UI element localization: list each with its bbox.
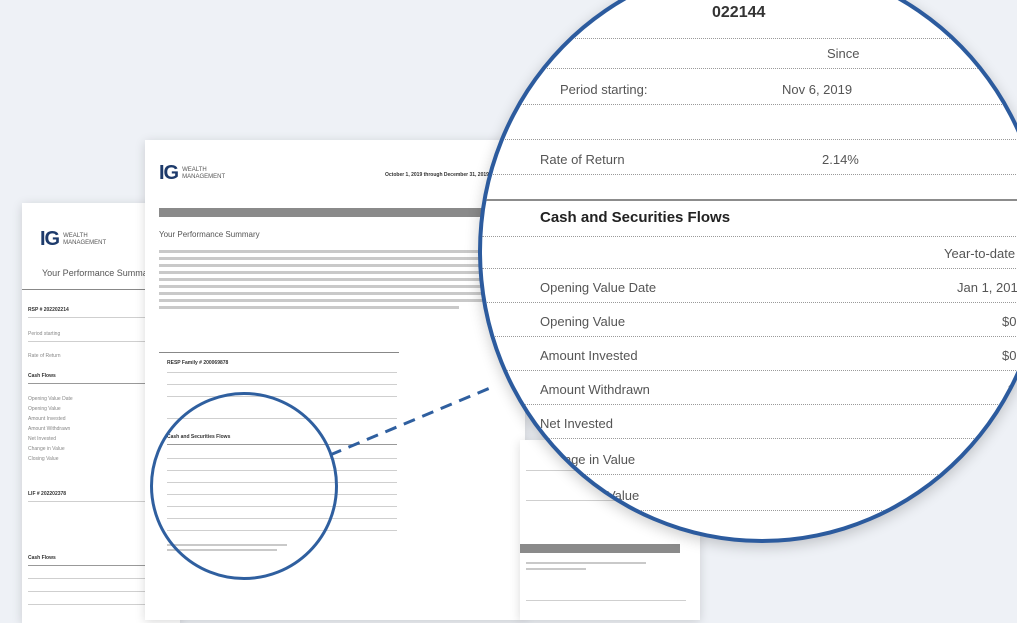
performance-summary-title: Your Performance Summary [42, 268, 156, 278]
row-value: Jan 1, 2019 [957, 280, 1017, 295]
header-bar [159, 208, 519, 217]
performance-summary-title: Your Performance Summary [159, 230, 260, 239]
row-label: Opening Value [540, 314, 626, 329]
section-heading: Cash and Securities Flows [540, 209, 731, 226]
section-heading: Cash Flows [28, 373, 56, 379]
row-value: $0 [1002, 314, 1017, 329]
row-label: Change in Value [540, 452, 636, 467]
ig-logo: IG WEALTH MANAGEMENT [159, 162, 226, 184]
magnify-source-circle [150, 392, 338, 580]
account-label: RESP Family # 200069878 [167, 360, 229, 366]
statement-period: October 1, 2019 through December 31, 201… [385, 172, 489, 178]
ig-logo: IG WEALTH MANAGEMENT [40, 228, 107, 250]
row-value: $ [1008, 382, 1016, 397]
row-label: Amount Invested [540, 348, 638, 363]
row-label: Net Invested [540, 416, 613, 431]
row-label: Closing Value [560, 488, 640, 503]
row-value: $0 [1002, 348, 1017, 363]
row-label: Amount Withdrawn [540, 382, 650, 397]
row-label: Opening Value Date [540, 280, 657, 295]
account-label: LIF # 202202378 [28, 491, 67, 497]
magnified-detail-circle: 022144 Since Period starting: Nov 6, 201… [478, 0, 1017, 543]
section-heading: Cash Flows [28, 555, 56, 561]
account-label: RSP # 202202214 [28, 307, 69, 313]
